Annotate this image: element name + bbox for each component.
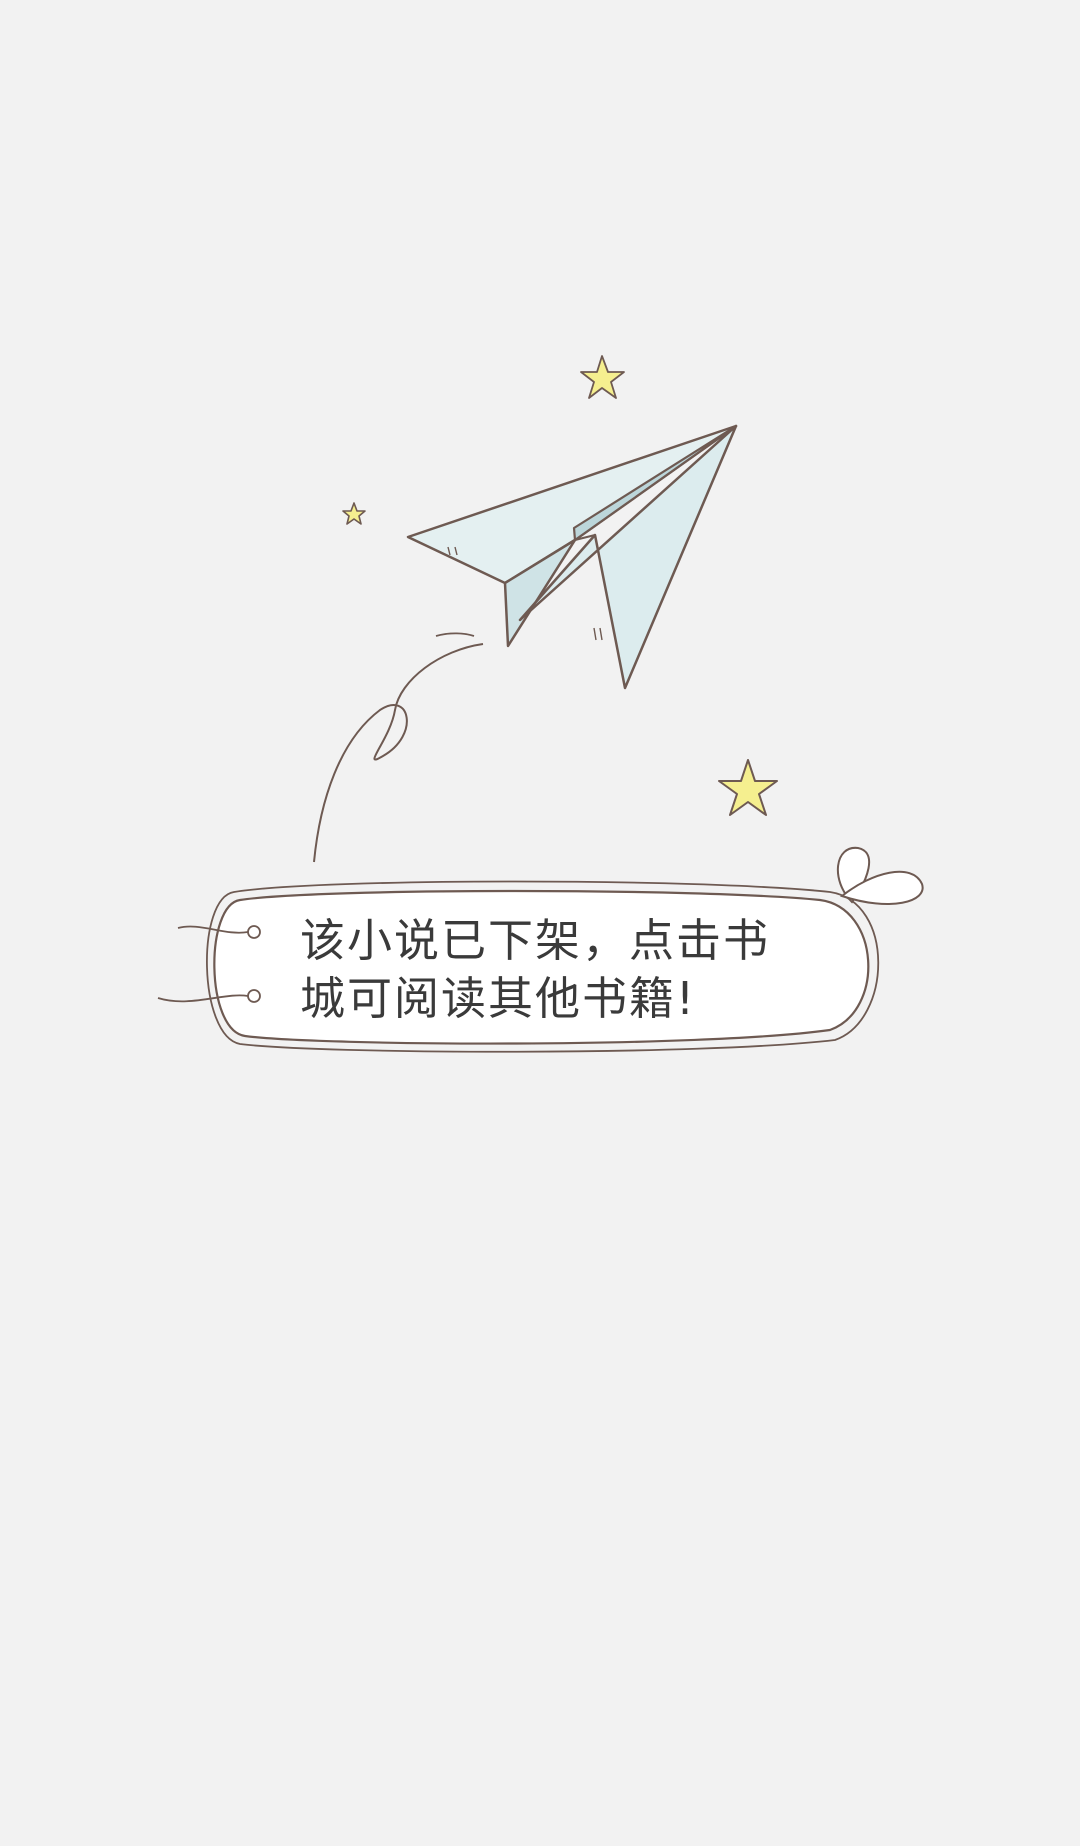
large-star-icon — [718, 759, 778, 816]
message-line-2: 城可阅读其他书籍! — [300, 972, 697, 1025]
small-star-icon — [342, 502, 366, 525]
delisted-message[interactable]: 该小说已下架，点击书 城可阅读其他书籍! — [300, 912, 820, 1028]
message-line-1: 该小说已下架，点击书 — [300, 914, 771, 967]
flight-trail — [313, 632, 484, 863]
paper-plane-icon — [406, 424, 738, 690]
empty-state-screen: 该小说已下架，点击书 城可阅读其他书籍! — [0, 0, 1080, 1846]
star-icon — [580, 355, 625, 399]
